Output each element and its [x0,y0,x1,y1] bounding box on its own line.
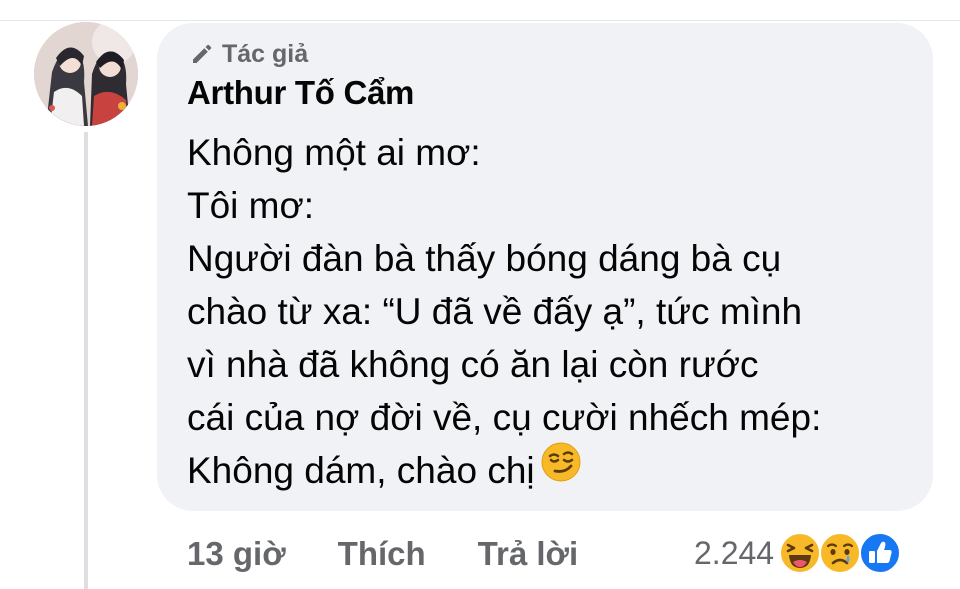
comment-line-last: Không dám, chào chị [187,442,927,497]
reaction-summary[interactable]: 2.244 [694,527,902,579]
comment-text: Không một ai mơ: Tôi mơ: Người đàn bà th… [187,126,927,497]
author-badge: Tác giả [190,38,308,70]
sad-icon [818,531,862,575]
like-button[interactable]: Thích [338,535,426,573]
avatar[interactable] [34,22,138,126]
author-name[interactable]: Arthur Tố Cẩm [187,74,414,112]
comment-line: Tôi mơ: [187,185,315,226]
comment-line: chào từ xa: “U đã về đấy ạ”, tức mình [187,291,803,332]
comment-line: Không dám, chào chị [187,450,535,491]
comment-line: vì nhà đã không có ăn lại còn rước [187,344,759,385]
reaction-icons [779,531,902,575]
thread-line [84,132,88,589]
comment-line: cái của nợ đời về, cụ cười nhếch mép: [187,397,822,438]
author-badge-label: Tác giả [222,39,309,68]
smirking-face-icon [541,442,581,496]
comment-line: Không một ai mơ: [187,132,481,173]
comment-line: Người đàn bà thấy bóng dáng bà cụ [187,238,782,279]
reply-button[interactable]: Trả lời [478,535,579,573]
timestamp-link[interactable]: 13 giờ [187,535,286,573]
comment-actions: 13 giờ Thích Trả lời [187,532,630,576]
top-divider [0,20,960,21]
like-icon [858,531,902,575]
haha-icon [778,531,822,575]
reaction-count: 2.244 [694,534,775,571]
pencil-icon [190,42,214,66]
